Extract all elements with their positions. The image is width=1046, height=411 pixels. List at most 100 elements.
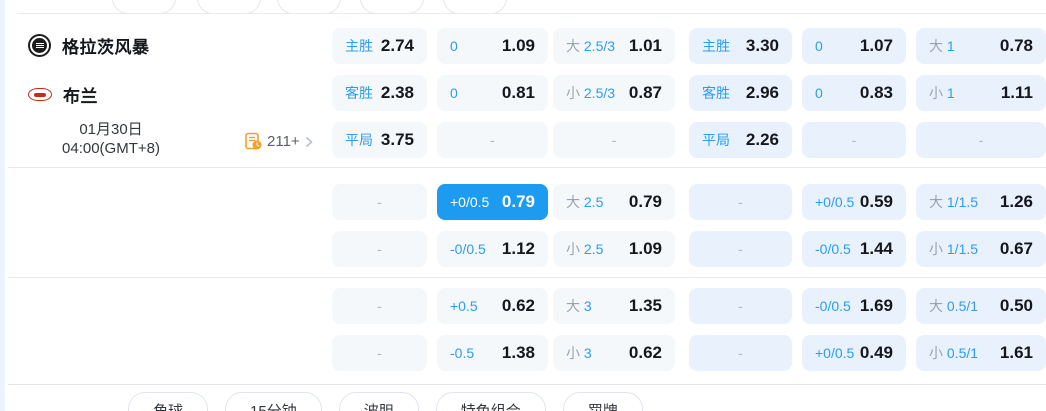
odds-value: 1.11 [1000,83,1033,102]
bottom-tab[interactable]: 15分钟 [225,392,322,411]
odds-label: 大 2.5 [566,194,604,210]
odds-value: 0.78 [999,36,1033,55]
home-team-crest-icon [28,34,51,57]
odds-cell[interactable]: 大 1/1.5 1.26 [916,184,1046,220]
odds-cell[interactable]: 大 2.5 0.79 [553,184,675,220]
away-team-crest-icon [28,88,52,101]
odds-value: 2.96 [745,83,779,102]
odds-value: 0.87 [628,83,662,102]
odds-cell[interactable]: -0/0.5 1.44 [802,231,906,267]
odds-label: -0/0.5 [815,241,851,257]
odds-cell[interactable]: 小 1/1.5 0.67 [916,231,1046,267]
odds-cell[interactable]: 平局 3.75 [332,122,427,158]
no-odds-dash: - [377,194,382,210]
odds-cell[interactable]: -0.5 1.38 [437,335,548,371]
odds-cell[interactable]: 小 3 0.62 [553,335,675,371]
odds-value: 1.09 [501,36,535,55]
odds-cell[interactable]: +0/0.5 0.79 [437,184,548,220]
chevron-right-icon [305,136,313,147]
odds-cell[interactable]: 主胜 3.30 [689,28,792,64]
top-filter-pill[interactable] [197,0,261,14]
odds-label: 大 0.5/1 [929,298,979,314]
odds-cell[interactable]: 0 1.07 [802,28,906,64]
odds-label: 大 2.5/3 [566,38,616,54]
odds-cell[interactable]: -0/0.5 1.69 [802,288,906,324]
top-filter-pill[interactable] [112,0,176,14]
odds-label: 小 0.5/1 [929,345,979,361]
bottom-tab[interactable]: 特色组合 [435,392,546,411]
no-odds-dash: - [490,132,495,148]
section-divider [8,167,1046,168]
odds-cell-empty: - [689,288,792,324]
odds-value: 1.44 [859,239,893,258]
odds-value: 2.26 [745,130,779,149]
odds-cell[interactable]: -0/0.5 1.12 [437,231,548,267]
odds-label: 0 [450,85,458,101]
odds-label: 小 1/1.5 [929,241,979,257]
no-odds-dash: - [851,132,857,148]
odds-cell[interactable]: 大 0.5/1 0.50 [916,288,1046,324]
odds-value: 0.79 [628,192,662,211]
odds-cell[interactable]: 大 1 0.78 [916,28,1046,64]
odds-cell[interactable]: 0 0.81 [437,75,548,111]
bottom-tab[interactable]: 角球 [128,392,209,411]
odds-page: 格拉茨风暴 布兰 01月30日 04:00(GMT+8) 211+ 主胜 2.74… [0,0,1046,411]
odds-value: 1.35 [628,296,662,315]
odds-value: 0.62 [628,343,662,362]
odds-cell[interactable]: 大 2.5/3 1.01 [553,28,675,64]
odds-cell[interactable]: +0.5 0.62 [437,288,548,324]
odds-cell[interactable]: 小 0.5/1 1.61 [916,335,1046,371]
home-team-name: 格拉茨风暴 [62,38,150,57]
page-edge-strip [0,0,5,411]
odds-cell[interactable]: +0/0.5 0.49 [802,335,906,371]
odds-value: 1.12 [501,239,535,258]
odds-cell-empty: - [689,335,792,371]
odds-cell-empty: - [437,122,548,158]
odds-label: 主胜 [345,38,373,54]
no-odds-dash: - [611,132,617,148]
odds-cell[interactable]: 平局 2.26 [689,122,792,158]
odds-value: 3.75 [380,130,414,149]
odds-value: 1.07 [859,36,893,55]
no-odds-dash: - [377,298,382,314]
odds-label: +0.5 [450,298,478,314]
odds-cell[interactable]: 小 1 1.11 [916,75,1046,111]
odds-value: 0.79 [501,192,535,211]
odds-label: 平局 [702,132,730,148]
no-odds-dash: - [738,241,743,257]
odds-label: 客胜 [702,85,730,101]
odds-cell-empty: - [689,184,792,220]
away-team-name: 布兰 [63,87,98,106]
odds-cell-empty: - [689,231,792,267]
odds-value: 0.62 [501,296,535,315]
extra-markets-button[interactable]: 211+ [244,132,314,151]
odds-value: 1.38 [501,343,535,362]
top-filter-pill[interactable] [443,0,507,14]
odds-cell[interactable]: 小 2.5 1.09 [553,231,675,267]
top-filter-pill[interactable] [277,0,341,14]
top-divider [17,13,1046,14]
odds-value: 0.67 [999,239,1033,258]
odds-cell[interactable]: 客胜 2.96 [689,75,792,111]
section-divider [8,277,1046,278]
odds-label: 大 1/1.5 [929,194,979,210]
odds-cell[interactable]: 主胜 2.74 [332,28,427,64]
no-odds-dash: - [738,345,743,361]
away-team-row[interactable]: 布兰 [28,82,98,107]
top-filter-pill[interactable] [360,0,424,14]
odds-cell[interactable]: 0 0.83 [802,75,906,111]
odds-value: 0.49 [859,343,893,362]
odds-cell[interactable]: 客胜 2.38 [332,75,427,111]
odds-cell-empty: - [553,122,675,158]
home-team-row[interactable]: 格拉茨风暴 [28,33,150,58]
odds-cell[interactable]: 小 2.5/3 0.87 [553,75,675,111]
bottom-tab-row: 角球 15分钟 波胆 特色组合 罚牌 [128,392,643,411]
bottom-tab[interactable]: 波胆 [338,392,419,411]
odds-value: 1.09 [628,239,662,258]
odds-cell[interactable]: 0 1.09 [437,28,548,64]
odds-cell[interactable]: +0/0.5 0.59 [802,184,906,220]
odds-value: 2.74 [380,36,414,55]
extra-markets-count: 211+ [267,133,300,150]
odds-cell[interactable]: 大 3 1.35 [553,288,675,324]
bottom-tab[interactable]: 罚牌 [562,392,643,411]
